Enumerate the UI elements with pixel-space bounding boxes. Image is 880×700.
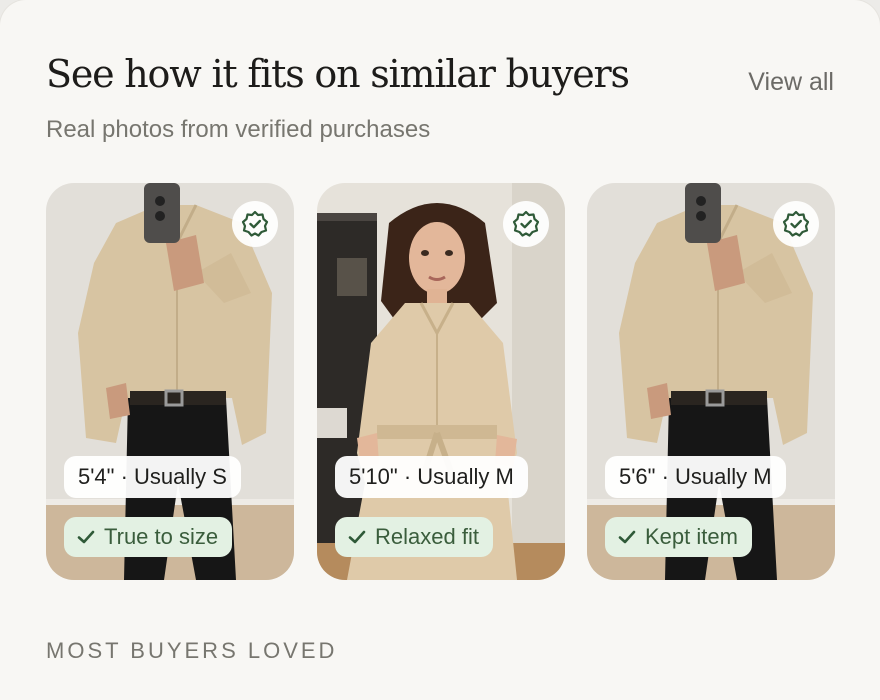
fit-feedback-pill: Relaxed fit [335,517,493,557]
buyer-size-pill: 5'6" · Usually M [605,456,786,498]
verified-check-icon [782,210,810,237]
buyer-photo-card[interactable]: 5'4" · Usually S True to size [46,183,294,580]
fit-feedback-pill: True to size [64,517,233,557]
fit-feedback-label: Relaxed fit [375,524,479,549]
buyer-size-pill: 5'4" · Usually S [64,456,241,498]
view-all-link[interactable]: View all [748,68,834,97]
verified-badge [503,201,549,247]
buyer-size-pill: 5'10" · Usually M [335,456,528,498]
verified-badge [232,201,278,247]
section-subtitle: Real photos from verified purchases [46,116,431,143]
verified-badge [773,201,819,247]
section-title: See how it fits on similar buyers [46,52,630,96]
fit-gallery-panel: See how it fits on similar buyers View a… [0,0,880,700]
fit-feedback-pill: Kept item [605,517,752,557]
fit-feedback-label: Kept item [645,524,738,549]
section-label: MOST BUYERS LOVED [46,638,338,663]
buyer-photo-card[interactable]: 5'6" · Usually M Kept item [587,183,835,580]
checkmark-icon [348,530,366,544]
verified-check-icon [241,210,269,237]
checkmark-icon [77,530,95,544]
checkmark-icon [618,530,636,544]
fit-feedback-label: True to size [104,524,219,549]
verified-check-icon [512,210,540,237]
buyer-photo-card[interactable]: 5'10" · Usually M Relaxed fit [317,183,565,580]
